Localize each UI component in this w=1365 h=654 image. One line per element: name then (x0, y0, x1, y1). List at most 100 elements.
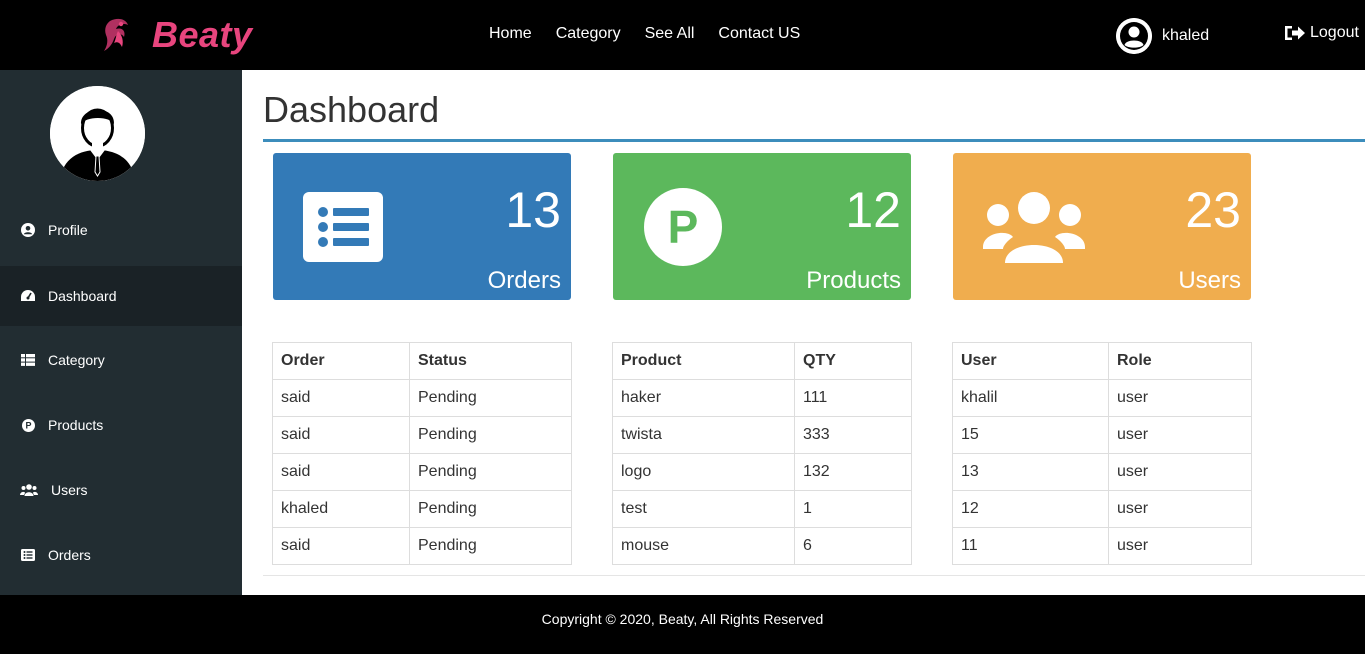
nav-category[interactable]: Category (556, 24, 621, 44)
table-cell: 333 (794, 416, 912, 454)
sidebar-item-category[interactable]: Category (0, 330, 242, 390)
products-label: Products (806, 267, 901, 294)
orders-table: Order Status said Pending said Pending sai… (272, 342, 572, 565)
orders-label: Orders (487, 267, 561, 294)
table-cell: 111 (794, 379, 912, 417)
orders-card[interactable]: 13 Orders (273, 153, 571, 300)
products-table: Product QTY haker 111 twista 333 logo 132 t… (612, 342, 912, 565)
nav-see-all[interactable]: See All (645, 24, 695, 44)
table-cell: 12 (952, 490, 1109, 528)
table-header-row: Order Status (272, 342, 572, 380)
user-menu[interactable]: khaled (1116, 18, 1209, 54)
table-row: khalil user (952, 379, 1252, 417)
table-cell: khaled (272, 490, 410, 528)
orders-count: 13 (505, 182, 561, 238)
svg-text:P: P (668, 201, 699, 253)
sidebar-item-label: Category (48, 352, 105, 368)
list-alt-icon (303, 192, 383, 262)
brand-logo-icon (104, 18, 128, 52)
table-cell: said (272, 379, 410, 417)
logout-label: Logout (1310, 24, 1359, 41)
table-row: said Pending (272, 379, 572, 417)
table-cell: Pending (409, 453, 572, 491)
list-alt-icon (20, 548, 36, 562)
table-row: mouse 6 (612, 527, 912, 565)
title-divider (263, 139, 1365, 142)
table-row: 15 user (952, 416, 1252, 454)
table-cell: said (272, 527, 410, 565)
table-cell: said (272, 416, 410, 454)
table-row: khaled Pending (272, 490, 572, 528)
table-cell: khalil (952, 379, 1109, 417)
product-p-icon: P (20, 418, 36, 432)
table-row: 12 user (952, 490, 1252, 528)
footer: Copyright © 2020, Beaty, All Rights Rese… (0, 595, 1365, 654)
products-card[interactable]: P 12 Products (613, 153, 911, 300)
sidebar-item-label: Products (48, 417, 104, 433)
table-row: said Pending (272, 453, 572, 491)
users-card[interactable]: 23 Users (953, 153, 1251, 300)
nav-home[interactable]: Home (489, 24, 532, 44)
table-row: 13 user (952, 453, 1252, 491)
users-icon (20, 483, 38, 497)
table-row: test 1 (612, 490, 912, 528)
table-cell: twista (612, 416, 795, 454)
column-header: Product (612, 342, 795, 380)
sidebar-item-products[interactable]: P Products (0, 395, 242, 455)
column-header: Order (272, 342, 410, 380)
sidebar-item-orders[interactable]: Orders (0, 525, 242, 585)
main-nav: Home Category See All Contact US (489, 24, 824, 44)
sidebar-item-users[interactable]: Users (0, 460, 242, 520)
users-table: User Role khalil user 15 user 13 user 12 use… (952, 342, 1252, 565)
table-cell: 1 (794, 490, 912, 528)
table-cell: test (612, 490, 795, 528)
table-cell: 132 (794, 453, 912, 491)
products-count: 12 (845, 182, 901, 238)
table-row: said Pending (272, 416, 572, 454)
user-circle-icon (20, 223, 36, 237)
table-cell: user (1108, 453, 1252, 491)
table-cell: user (1108, 416, 1252, 454)
nav-contact-us[interactable]: Contact US (718, 24, 800, 44)
sidebar-item-dashboard[interactable]: Dashboard (0, 266, 242, 326)
page-title: Dashboard (263, 89, 440, 130)
copyright-text: Copyright © 2020, Beaty, All Rights Rese… (541, 611, 824, 627)
avatar-icon (50, 86, 145, 181)
users-count: 23 (1185, 182, 1241, 238)
table-row: twista 333 (612, 416, 912, 454)
table-cell: 15 (952, 416, 1109, 454)
users-label: Users (1178, 267, 1241, 294)
table-cell: user (1108, 490, 1252, 528)
sidebar-item-label: Profile (48, 222, 88, 238)
svg-text:P: P (25, 420, 31, 430)
sidebar-item-label: Dashboard (48, 288, 117, 304)
user-name: khaled (1162, 27, 1210, 44)
table-cell: Pending (409, 379, 572, 417)
table-cell: Pending (409, 527, 572, 565)
table-cell: said (272, 453, 410, 491)
column-header: User (952, 342, 1109, 380)
table-row: said Pending (272, 527, 572, 565)
table-header-row: User Role (952, 342, 1252, 380)
tachometer-icon (20, 289, 36, 303)
table-cell: 11 (952, 527, 1109, 565)
content-divider (263, 575, 1365, 576)
logout-button[interactable]: Logout (1283, 24, 1359, 42)
table-cell: mouse (612, 527, 795, 565)
sidebar-item-profile[interactable]: Profile (0, 200, 242, 260)
table-cell: user (1108, 379, 1252, 417)
th-list-icon (20, 353, 36, 367)
user-circle-icon (1116, 18, 1152, 54)
brand[interactable]: Beaty (100, 12, 253, 58)
table-cell: Pending (409, 416, 572, 454)
table-cell: 13 (952, 453, 1109, 491)
users-icon (983, 192, 1085, 263)
table-cell: Pending (409, 490, 572, 528)
column-header: Status (409, 342, 572, 380)
sidebar-item-label: Orders (48, 547, 91, 563)
top-navbar: Beaty Home Category See All Contact US k… (0, 0, 1365, 70)
table-row: 11 user (952, 527, 1252, 565)
table-cell: haker (612, 379, 795, 417)
product-p-icon: P (644, 188, 722, 266)
table-row: logo 132 (612, 453, 912, 491)
